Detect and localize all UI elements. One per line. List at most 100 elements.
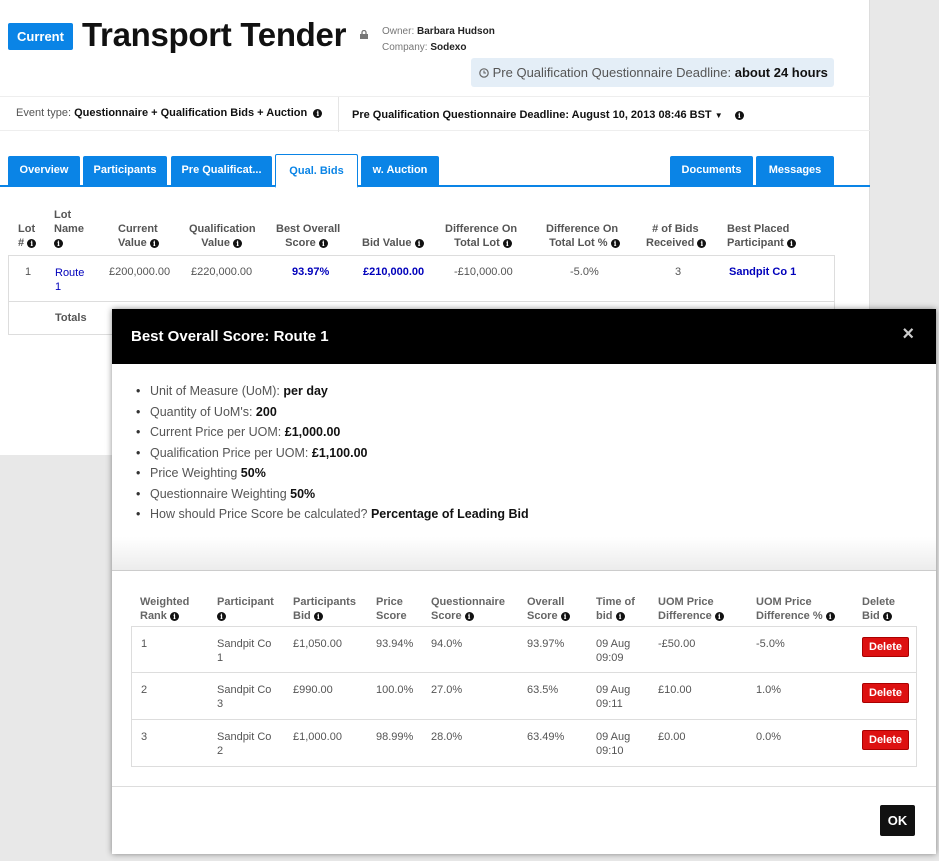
info-icon[interactable]: i [502,238,512,248]
owner-info: Owner: Barbara Hudson Company: Sodexo [382,24,495,56]
list-item: Quantity of UoM's: 200 [136,402,529,423]
close-icon[interactable]: × [902,323,914,346]
table-row: 3 Sandpit Co 2 £1,000.00 98.99% 28.0% 63.… [131,720,917,767]
bid-questionnaire-score: 28.0% [431,731,463,743]
divider [112,786,936,787]
header-text: Difference [658,610,712,622]
tab-auction[interactable]: w. Auction [361,156,439,187]
bid-rank: 2 [141,684,148,696]
info-icon[interactable]: i [313,611,323,621]
info-icon[interactable]: i [610,238,620,248]
info-icon[interactable]: i [786,238,796,248]
info-icon[interactable]: i [217,611,226,621]
header-text: Participants [293,596,356,608]
detail-label: How should Price Score be calculated? [150,507,368,521]
time-text: 09 Aug [596,731,631,743]
header-text: Score [527,610,558,622]
table-row: 1 Route 1 £200,000.00 £220,000.00 93.97% … [8,255,835,302]
clock-icon [479,68,489,78]
header-text: Difference On [445,223,518,235]
header-text: # [18,237,25,249]
deadline-label: Pre Qualification Questionnaire Deadline… [492,65,732,80]
info-icon[interactable]: i [560,611,570,621]
delete-bid-button[interactable]: Delete [862,637,910,657]
tab-messages[interactable]: Messages [756,156,834,187]
detail-value: £1,100.00 [311,445,368,460]
modal-header: Best Overall Score: Route 1 × [112,309,936,364]
col-delete-bid: Delete Bid i [862,595,895,623]
info-icon[interactable]: i [318,238,328,248]
bid-time: 09 Aug 09:11 [596,683,630,711]
header-text: Name [54,223,84,235]
header-text: Received [646,237,695,249]
info-icon[interactable]: i [313,108,323,118]
header-text: UOM Price [756,596,812,608]
bid-value-link[interactable]: £210,000.00 [363,266,424,278]
header-text: Value [201,237,230,249]
tab-participants[interactable]: Participants [83,156,167,187]
detail-label: Price Weighting [150,466,238,480]
info-icon[interactable]: i [464,611,474,621]
header-text: Bid [862,610,880,622]
delete-bid-button[interactable]: Delete [862,683,910,703]
header-text: Qualification [189,223,256,235]
participant-text: 3 [217,698,224,710]
col-best-overall-score: Best Overall Score i [276,222,340,250]
tab-documents[interactable]: Documents [670,156,753,187]
status-badge: Current [8,23,73,50]
info-icon[interactable]: i [882,611,892,621]
lot-name-text: Route [55,267,85,279]
bid-price-score: 98.99% [376,731,414,743]
time-text: 09 Aug [596,684,631,696]
detail-label: Qualification Price per UOM: [150,445,309,460]
tab-pre-qualification[interactable]: Pre Qualificat... [171,156,272,187]
bid-price-score: 100.0% [376,684,414,696]
bid-participant: Sandpit Co 1 [217,637,271,665]
info-icon[interactable]: i [27,238,37,248]
info-icon[interactable]: i [233,238,243,248]
pq-deadline-dropdown[interactable]: Pre Qualification Questionnaire Deadline… [352,109,744,121]
info-icon[interactable]: i [734,110,744,120]
info-icon[interactable]: i [697,238,707,248]
company-name: Sodexo [430,42,467,53]
delete-bid-button[interactable]: Delete [862,730,910,750]
header-text: Difference On [546,223,619,235]
list-item: Questionnaire Weighting 50% [136,484,529,505]
ok-button[interactable]: OK [880,805,915,836]
header-text: Best Overall [276,223,341,235]
bid-uom-diff-pct: 1.0% [756,684,782,696]
info-icon[interactable]: i [149,238,159,248]
table-row: 2 Sandpit Co 3 £990.00 100.0% 27.0% 63.5%… [131,673,917,720]
lot-name-link[interactable]: Route 1 [55,266,84,294]
info-icon[interactable]: i [825,611,835,621]
col-qualification-value: Qualification Value i [189,222,256,250]
info-icon[interactable]: i [54,238,63,248]
caret-down-icon: ▼ [714,111,723,120]
deadline-countdown: Pre Qualification Questionnaire Deadline… [471,58,834,87]
col-diff-total-pct: Difference On Total Lot % i [546,222,620,250]
header-text: Participant [217,596,274,608]
col-bid-value: Bid Value i [362,236,424,250]
info-icon[interactable]: i [714,611,724,621]
col-lot-name: Lot Name i [54,208,84,250]
bid-amount: £990.00 [293,684,333,696]
info-icon[interactable]: i [615,611,625,621]
time-text: 09:11 [596,698,623,710]
totals-label: Totals [55,312,87,324]
bid-questionnaire-score: 27.0% [431,684,463,696]
current-value: £200,000.00 [109,266,171,278]
col-overall-score: Overall Score i [527,595,570,623]
info-icon[interactable]: i [169,611,179,621]
header-text: Value [118,237,147,249]
bid-price-score: 93.94% [376,638,414,650]
lot-number: 1 [25,266,32,278]
bid-time: 09 Aug 09:09 [596,637,630,665]
info-icon[interactable]: i [414,238,424,248]
header-text: # of Bids [652,223,699,235]
best-participant-link[interactable]: Sandpit Co 1 [729,266,796,278]
header-text: bid [596,610,613,622]
tab-overview[interactable]: Overview [8,156,80,187]
bid-rank: 3 [141,731,148,743]
tab-qual-bids[interactable]: Qual. Bids [275,154,358,188]
best-overall-score-link[interactable]: 93.97% [292,266,329,278]
